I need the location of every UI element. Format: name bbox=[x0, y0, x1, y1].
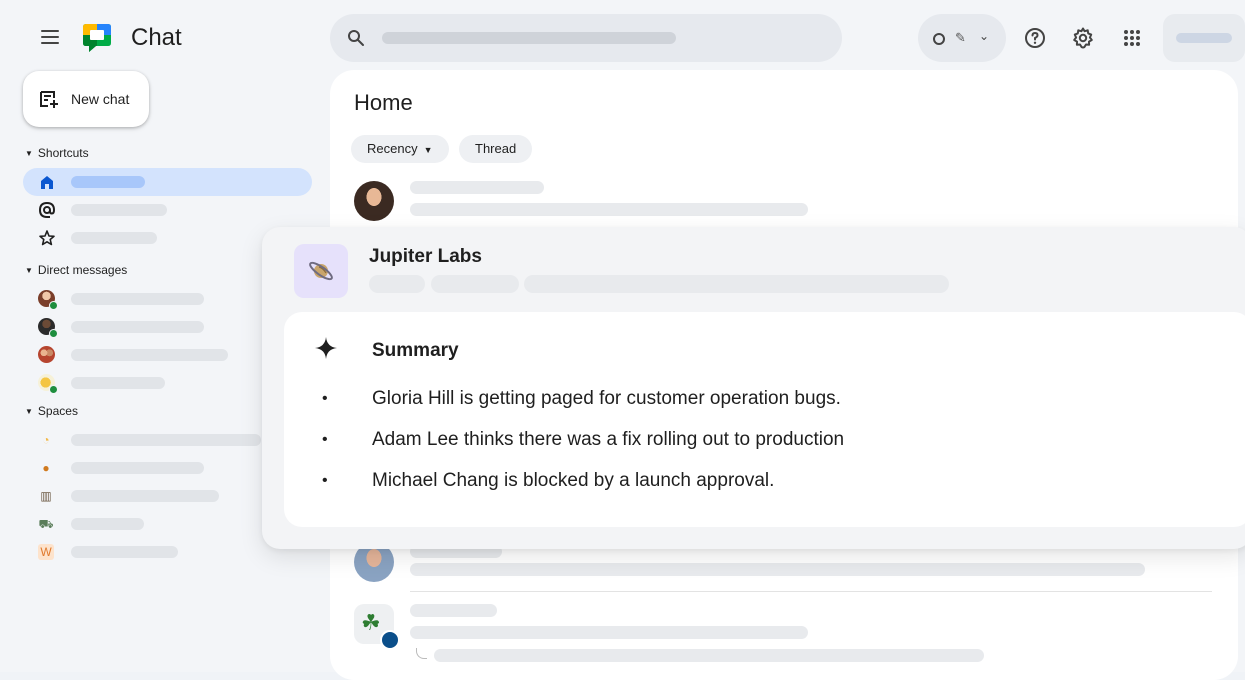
divider bbox=[410, 591, 1212, 592]
caret-down-icon: ▼ bbox=[25, 407, 33, 416]
bullet-marker: • bbox=[322, 390, 328, 407]
thread-reply-placeholder bbox=[434, 649, 984, 662]
thread-filter-label: Thread bbox=[475, 141, 517, 156]
burger-icon: ● bbox=[42, 461, 50, 475]
sidebar-item-label bbox=[71, 176, 145, 188]
bullet-marker: • bbox=[322, 431, 328, 448]
sidebar-item-home[interactable] bbox=[23, 168, 312, 196]
new-chat-label: New chat bbox=[71, 91, 130, 107]
caret-down-icon: ▼ bbox=[25, 266, 33, 275]
status-dot-icon bbox=[380, 630, 400, 650]
space-meta-placeholder bbox=[524, 275, 949, 293]
conversation-preview-placeholder bbox=[410, 563, 1145, 576]
summary-title: Summary bbox=[372, 340, 459, 361]
summary-bullet: Michael Chang is blocked by a launch app… bbox=[372, 470, 775, 491]
section-shortcuts-label: Shortcuts bbox=[37, 146, 89, 160]
sidebar-item-label bbox=[71, 349, 228, 361]
conversation-title-placeholder bbox=[410, 181, 544, 194]
summary-card: Summary • Gloria Hill is getting paged f… bbox=[284, 312, 1245, 527]
section-direct-messages-label: Direct messages bbox=[37, 263, 128, 277]
section-direct-messages[interactable]: ▼ Direct messages bbox=[25, 263, 127, 277]
mentions-icon bbox=[38, 201, 56, 218]
sidebar-item-label bbox=[71, 490, 219, 502]
sidebar-item-label bbox=[71, 434, 261, 446]
chat-logo-icon bbox=[80, 21, 114, 60]
recency-filter-chip[interactable]: Recency ▼ bbox=[351, 135, 449, 163]
saturn-icon bbox=[309, 261, 333, 281]
sidebar-item-label bbox=[71, 377, 165, 389]
bullet-marker: • bbox=[322, 472, 328, 489]
space-meta-placeholder bbox=[431, 275, 519, 293]
caret-down-icon: ▼ bbox=[25, 149, 33, 158]
star-icon bbox=[39, 230, 55, 246]
sparkle-icon bbox=[315, 337, 337, 359]
thread-filter-chip[interactable]: Thread bbox=[459, 135, 533, 163]
search-input[interactable] bbox=[382, 32, 676, 44]
conversation-title-placeholder bbox=[410, 604, 497, 617]
app-title: Chat bbox=[131, 24, 182, 51]
apps-grid-icon[interactable] bbox=[1120, 26, 1144, 50]
caret-down-icon: ▼ bbox=[423, 145, 433, 155]
new-chat-button[interactable]: New chat bbox=[23, 71, 149, 127]
sidebar-item-label bbox=[71, 518, 144, 530]
space-meta-placeholder bbox=[369, 275, 425, 293]
account-chip[interactable] bbox=[1163, 14, 1245, 62]
group-avatar bbox=[38, 346, 56, 364]
sidebar-item-label bbox=[71, 462, 204, 474]
section-spaces[interactable]: ▼ Spaces bbox=[25, 404, 78, 418]
section-shortcuts[interactable]: ▼ Shortcuts bbox=[25, 146, 89, 160]
avatar bbox=[38, 318, 58, 338]
avatar bbox=[354, 181, 394, 221]
sidebar-item-label bbox=[71, 546, 178, 558]
menu-icon[interactable] bbox=[38, 26, 62, 50]
chevron-down-icon: ⌄ bbox=[979, 29, 990, 43]
section-spaces-label: Spaces bbox=[37, 404, 78, 418]
space-name: Jupiter Labs bbox=[369, 246, 482, 267]
account-name-placeholder bbox=[1176, 33, 1232, 43]
sidebar-item-label bbox=[71, 232, 157, 244]
avatar bbox=[38, 290, 58, 310]
space-icon: ◔ bbox=[42, 433, 50, 447]
status-dot-icon bbox=[933, 33, 945, 45]
space-avatar: ☘ bbox=[354, 604, 400, 650]
cart-icon: ⛟ bbox=[38, 517, 54, 531]
sidebar-item-label bbox=[71, 321, 204, 333]
recency-filter-label: Recency bbox=[367, 141, 418, 156]
sidebar-item-label bbox=[71, 204, 167, 216]
space-letter-avatar: W bbox=[38, 543, 56, 561]
conversation-preview-placeholder bbox=[410, 626, 808, 639]
space-avatar bbox=[294, 244, 348, 298]
page-title: Home bbox=[354, 90, 413, 115]
home-icon bbox=[41, 176, 53, 189]
status-selector[interactable]: ✎ ⌄ bbox=[918, 14, 1006, 62]
summary-bullet: Gloria Hill is getting paged for custome… bbox=[372, 388, 841, 409]
settings-icon[interactable] bbox=[1071, 26, 1095, 50]
search-bar[interactable] bbox=[330, 14, 842, 62]
help-icon[interactable] bbox=[1023, 26, 1047, 50]
clover-icon: ☘ bbox=[361, 610, 381, 635]
summary-overlay: Jupiter Labs Summary • Gloria Hill is ge… bbox=[262, 227, 1245, 549]
summary-bullet: Adam Lee thinks there was a fix rolling … bbox=[372, 429, 845, 450]
thread-reply-connector bbox=[416, 648, 427, 659]
sidebar-item-mentions[interactable] bbox=[23, 196, 312, 224]
new-chat-icon bbox=[40, 91, 58, 108]
search-icon bbox=[348, 30, 364, 46]
avatar bbox=[38, 374, 58, 394]
status-emoji-icon: ✎ bbox=[955, 30, 966, 45]
building-icon: ▥ bbox=[40, 489, 52, 503]
sidebar-item-label bbox=[71, 293, 204, 305]
conversation-preview-placeholder bbox=[410, 203, 808, 216]
